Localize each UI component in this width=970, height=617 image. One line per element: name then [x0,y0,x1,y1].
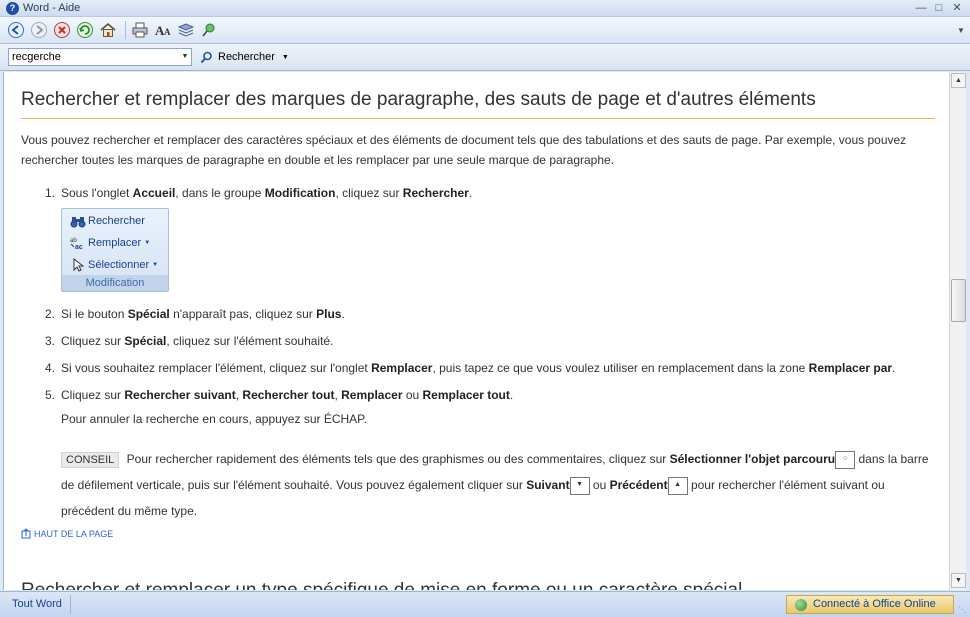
search-scope-button[interactable]: Tout Word [4,595,71,614]
step-number: 3. [44,334,55,348]
tip-text: précédent du même type. [61,504,198,518]
toolbar: AA ▼ [0,17,970,44]
up-arrow-icon [21,528,31,539]
tip-text: , cliquez sur [602,452,670,466]
search-history-dropdown-icon[interactable]: ▼ [179,49,191,65]
tip-bold: Suivant [526,478,570,492]
step-number: 2. [44,307,55,321]
print-icon[interactable] [130,20,150,40]
globe-icon [795,598,807,611]
search-box: ▼ [8,48,192,66]
next-object-icon: ▼ [569,477,590,495]
intro-paragraph: Vous pouvez rechercher et remplacer des … [21,130,926,170]
search-button[interactable]: Rechercher ▼ [200,51,289,64]
next-section-heading: Rechercher et remplacer un type spécifiq… [21,580,941,590]
tip-bold: Sélectionner l'objet parcouru [669,452,836,466]
minimize-button[interactable]: — [914,1,928,15]
ribbon-dropdown-icon: ▼ [144,240,151,246]
tip-label: CONSEIL [61,452,120,468]
title-divider [21,118,935,119]
forward-icon[interactable] [29,20,49,40]
toolbar-overflow-icon[interactable]: ▼ [956,21,966,41]
ribbon-replace-item: ab ac Remplacer ▼ [70,236,150,250]
step-text: Si le bouton Spécial n'apparaît pas, cli… [61,307,345,321]
previous-object-icon: ▲ [667,477,688,495]
connection-status-label: Connecté à Office Online [813,598,936,610]
ribbon-dropdown-icon: ▼ [152,262,159,268]
replace-icon: ab ac [70,236,86,250]
svg-text:A: A [164,27,171,37]
search-button-label: Rechercher [218,51,275,63]
select-browse-object-icon: ○ [835,451,856,469]
vertical-scrollbar[interactable]: ▲ ▼ [949,72,966,590]
step-number: 4. [44,361,55,375]
tip-text: de défilement verticale, puis sur l'élém… [61,478,527,492]
refresh-icon[interactable] [75,20,95,40]
back-icon[interactable] [6,20,26,40]
title-bar: ? Word - Aide — □ ✕ [0,0,970,17]
table-of-contents-icon[interactable] [176,20,196,40]
svg-text:ac: ac [75,244,83,250]
connection-status-button[interactable]: Connecté à Office Online [786,595,954,614]
ribbon-find-label: Rechercher [88,215,145,227]
comments-link[interactable]: commentaires [527,452,602,466]
step-number: 5. [44,388,55,402]
search-input[interactable] [9,49,179,65]
back-to-top-link[interactable]: HAUT DE LA PAGE [21,528,113,539]
ribbon-group-label: Modification [62,275,168,291]
toolbar-separator [125,21,126,39]
binoculars-icon [70,214,86,228]
page-title: Rechercher et remplacer des marques de p… [21,89,816,110]
editing-group-illustration: Rechercher ab ac Remplacer ▼ Sélectionner… [61,208,169,292]
scroll-down-icon[interactable]: ▼ [951,573,966,588]
help-app-icon: ? [6,1,19,15]
tip-text: ou [589,478,610,492]
intro-line-2: rechercher toutes les marques de paragra… [21,153,615,167]
tip-box: CONSEIL Pour rechercher rapidement des é… [61,446,931,524]
ribbon-find-item: Rechercher [70,214,145,228]
tip-bold: Précédent [609,478,668,492]
scrollbar-thumb[interactable] [951,279,966,322]
status-bar: Tout Word Connecté à Office Online ⋱ [0,591,970,617]
cursor-arrow-icon [70,258,86,272]
cancel-instruction: Pour annuler la recherche en cours, appu… [61,412,367,426]
intro-line-1: Vous pouvez rechercher et remplacer des … [21,133,907,147]
pin-icon[interactable] [199,20,219,40]
search-options-dropdown-icon[interactable]: ▼ [282,54,289,61]
resize-grip-icon[interactable]: ⋱ [958,605,968,615]
scroll-up-icon[interactable]: ▲ [951,73,966,88]
step-text: Cliquez sur Rechercher suivant, Recherch… [61,388,514,402]
magnifier-icon [200,51,212,63]
window-title: Word - Aide [23,2,81,14]
home-icon[interactable] [98,20,118,40]
ribbon-select-label: Sélectionner [88,259,150,271]
step-number: 1. [44,186,55,200]
tip-text: pour rechercher l'élément suivant ou [687,478,885,492]
font-size-icon[interactable]: AA [153,20,173,40]
step-text: Si vous souhaitez remplacer l'élément, c… [61,361,896,375]
back-to-top-label: HAUT DE LA PAGE [34,528,114,539]
stop-icon[interactable] [52,20,72,40]
tip-text: Pour rechercher rapidement des éléments … [126,452,527,466]
help-content: Rechercher et remplacer des marques de p… [3,72,949,590]
maximize-button[interactable]: □ [932,1,946,15]
tip-text: dans la barre [855,452,929,466]
ribbon-select-item: Sélectionner ▼ [70,258,158,272]
step-text: Sous l'onglet Accueil, dans le groupe Mo… [61,186,473,200]
ribbon-replace-label: Remplacer [88,237,142,249]
step-text: Cliquez sur Spécial, cliquez sur l'éléme… [61,334,334,348]
close-button[interactable]: ✕ [950,1,964,15]
next-section-heading-text: Rechercher et remplacer un type spécifiq… [21,580,941,590]
search-bar: ▼ Rechercher ▼ [0,44,970,71]
